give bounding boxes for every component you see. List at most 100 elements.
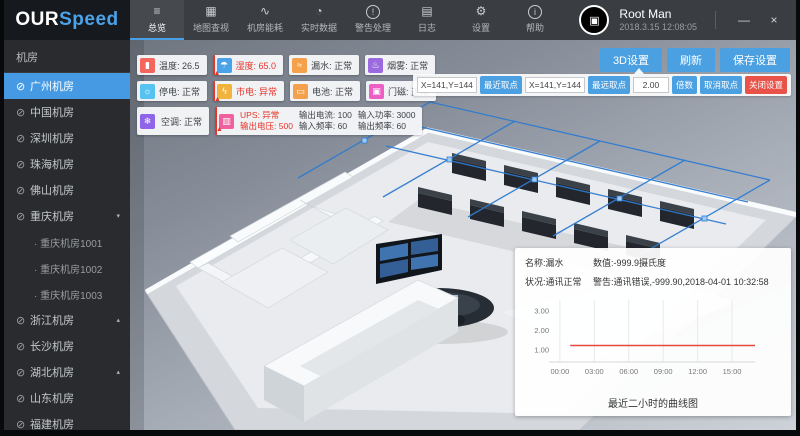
door-icon: ▣ bbox=[369, 84, 384, 99]
alert-triangle-icon: ▲ bbox=[214, 96, 221, 103]
badge-humidity[interactable]: ☂▲ 湿度: 65.0 bbox=[213, 55, 284, 75]
room-icon: ⊘ bbox=[16, 158, 30, 171]
sidebar-item-hubei[interactable]: ⊘ 湖北机房 ▴ bbox=[4, 359, 130, 385]
user-name: Root Man bbox=[619, 7, 697, 22]
tab-label: 机房能耗 bbox=[247, 21, 283, 34]
thermometer-icon: ▮ bbox=[140, 58, 155, 73]
room-icon: ⊘ bbox=[16, 366, 30, 379]
room-sidebar: 机房 ⊘ 广州机房 ⊘ 中国机房 ⊘ 深圳机房 ⊘ 珠海机房 ⊘ 佛山机房 ⊘ bbox=[4, 40, 130, 430]
main-nav: ≡ 总览 ▦ 地图查视 ∿ 机房能耗 ◔ 实时数据 ! 警告处理 ▤ 日志 bbox=[130, 0, 562, 40]
sensor-popup: 名称:漏水 数值:-999.9摄氏度 状况:通讯正常 警告:通讯错误,-999.… bbox=[515, 248, 791, 416]
sidebar-item-china[interactable]: ⊘ 中国机房 bbox=[4, 99, 130, 125]
ups-output-frequency: 输出频率: 60 bbox=[358, 121, 416, 132]
svg-text:06:00: 06:00 bbox=[619, 367, 638, 376]
point1-input[interactable] bbox=[417, 77, 477, 93]
chevron-up-icon: ▴ bbox=[116, 316, 124, 324]
tab-energy[interactable]: ∿ 机房能耗 bbox=[238, 0, 292, 40]
badge-mains-power[interactable]: ϟ▲ 市电: 异常 bbox=[213, 81, 284, 101]
humidity-icon: ☂▲ bbox=[217, 58, 232, 73]
tab-overview[interactable]: ≡ 总览 bbox=[130, 0, 184, 40]
room-icon: ⊘ bbox=[16, 106, 30, 119]
badge-ac[interactable]: ❄ 空调: 正常 bbox=[137, 107, 209, 135]
multiplier-button[interactable]: 倍数 bbox=[672, 76, 697, 94]
ups-icon: ▥▲ bbox=[219, 114, 234, 129]
sidebar-item-chongqing-1001[interactable]: 重庆机房1001 bbox=[4, 229, 130, 255]
help-icon: i bbox=[528, 5, 542, 19]
sidebar-item-shenzhen[interactable]: ⊘ 深圳机房 bbox=[4, 125, 130, 151]
alert-icon: ! bbox=[366, 5, 380, 19]
sidebar-item-zhuhai[interactable]: ⊘ 珠海机房 bbox=[4, 151, 130, 177]
sidebar-item-guangzhou[interactable]: ⊘ 广州机房 bbox=[4, 73, 130, 99]
logo-text-speed: Speed bbox=[59, 9, 119, 31]
divider bbox=[715, 11, 716, 29]
tab-map-view[interactable]: ▦ 地图查视 bbox=[184, 0, 238, 40]
tab-settings[interactable]: ⚙ 设置 bbox=[454, 0, 508, 40]
svg-text:3.00: 3.00 bbox=[534, 307, 549, 316]
avatar-logo-icon: ▣ bbox=[589, 14, 599, 27]
room-icon: ⊘ bbox=[16, 80, 30, 93]
current-datetime: 2018.3.15 12:08:05 bbox=[619, 22, 697, 33]
minimize-button[interactable]: — bbox=[734, 13, 754, 27]
user-area: ▣ Root Man 2018.3.15 12:08:05 — × bbox=[579, 0, 796, 40]
tab-label: 地图查视 bbox=[193, 21, 229, 34]
svg-text:15:00: 15:00 bbox=[723, 367, 742, 376]
svg-text:2.00: 2.00 bbox=[534, 326, 549, 335]
tab-alarm-handling[interactable]: ! 警告处理 bbox=[346, 0, 400, 40]
badge-battery[interactable]: ▭ 电池: 正常 bbox=[290, 81, 360, 101]
room-icon: ⊘ bbox=[16, 392, 30, 405]
logo-text-our: OUR bbox=[15, 9, 59, 31]
tab-logs[interactable]: ▤ 日志 bbox=[400, 0, 454, 40]
ups-output-current: 输出电流: 100 bbox=[299, 110, 352, 121]
room-icon: ⊘ bbox=[16, 418, 30, 431]
sidebar-item-chongqing[interactable]: ⊘ 重庆机房 ▾ bbox=[4, 203, 130, 229]
log-icon: ▤ bbox=[421, 5, 432, 19]
farthest-point-button[interactable]: 最远取点 bbox=[588, 76, 630, 94]
sidebar-item-fujian[interactable]: ⊘ 福建机房 bbox=[4, 411, 130, 430]
avatar[interactable]: ▣ bbox=[579, 5, 609, 35]
sidebar-item-chongqing-1003[interactable]: 重庆机房1003 bbox=[4, 281, 130, 307]
badge-power-outage[interactable]: ☼ 停电: 正常 bbox=[137, 81, 207, 101]
ups-output-voltage: 输出电压: 500 bbox=[240, 121, 293, 132]
tab-label: 警告处理 bbox=[355, 21, 391, 34]
svg-text:00:00: 00:00 bbox=[550, 367, 569, 376]
trend-chart: 00:0003:0006:0009:0012:0015:001.002.003.… bbox=[525, 296, 761, 388]
sidebar-item-changsha[interactable]: ⊘ 长沙机房 bbox=[4, 333, 130, 359]
3d-settings-button[interactable]: 3D设置 bbox=[600, 48, 662, 72]
sidebar-item-foshan[interactable]: ⊘ 佛山机房 bbox=[4, 177, 130, 203]
svg-text:12:00: 12:00 bbox=[688, 367, 707, 376]
multiplier-input[interactable] bbox=[633, 77, 669, 93]
sidebar-item-shandong[interactable]: ⊘ 山东机房 bbox=[4, 385, 130, 411]
close-settings-button[interactable]: 关闭设置 bbox=[745, 76, 787, 94]
battery-icon: ▭ bbox=[293, 84, 308, 99]
alert-triangle-icon: ▲ bbox=[216, 126, 223, 133]
lightbulb-icon: ☼ bbox=[140, 84, 155, 99]
sidebar-item-zhejiang[interactable]: ⊘ 浙江机房 ▴ bbox=[4, 307, 130, 333]
refresh-button[interactable]: 刷新 bbox=[667, 48, 715, 72]
sensor-status: 状况:通讯正常 bbox=[525, 275, 593, 288]
ups-status: UPS: 异常 bbox=[240, 110, 293, 121]
chevron-up-icon: ▴ bbox=[116, 368, 124, 376]
room-icon: ⊘ bbox=[16, 314, 30, 327]
badge-water-leak[interactable]: ≈ 漏水: 正常 bbox=[289, 55, 359, 75]
point2-input[interactable] bbox=[525, 77, 585, 93]
tab-realtime-data[interactable]: ◔ 实时数据 bbox=[292, 0, 346, 40]
tab-label: 帮助 bbox=[526, 21, 544, 34]
top-bar: OURSpeed ≡ 总览 ▦ 地图查视 ∿ 机房能耗 ◔ 实时数据 ! 警告处… bbox=[4, 0, 796, 40]
nearest-point-button[interactable]: 最近取点 bbox=[480, 76, 522, 94]
close-button[interactable]: × bbox=[764, 13, 784, 27]
alert-triangle-icon: ▲ bbox=[214, 70, 221, 77]
sidebar-item-chongqing-1002[interactable]: 重庆机房1002 bbox=[4, 255, 130, 281]
cancel-point-button[interactable]: 取消取点 bbox=[700, 76, 742, 94]
water-leak-icon: ≈ bbox=[292, 58, 307, 73]
badge-temperature[interactable]: ▮ 温度: 26.5 bbox=[137, 55, 207, 75]
sensor-warning: 警告:通讯错误,-999.90,2018-04-01 10:32:58 bbox=[593, 275, 781, 288]
svg-text:09:00: 09:00 bbox=[654, 367, 673, 376]
badge-smoke[interactable]: ♨ 烟雾: 正常 bbox=[365, 55, 435, 75]
lightning-icon: ϟ▲ bbox=[217, 84, 232, 99]
sensor-value: 数值:-999.9摄氏度 bbox=[593, 256, 781, 269]
tab-help[interactable]: i 帮助 bbox=[508, 0, 562, 40]
list-icon: ≡ bbox=[153, 5, 160, 19]
save-settings-button[interactable]: 保存设置 bbox=[720, 48, 790, 72]
badge-ups[interactable]: ▥▲ UPS: 异常 输出电压: 500 输出电流: 100 输入频率: 60 … bbox=[215, 107, 422, 135]
app-window: OURSpeed ≡ 总览 ▦ 地图查视 ∿ 机房能耗 ◔ 实时数据 ! 警告处… bbox=[4, 0, 796, 430]
